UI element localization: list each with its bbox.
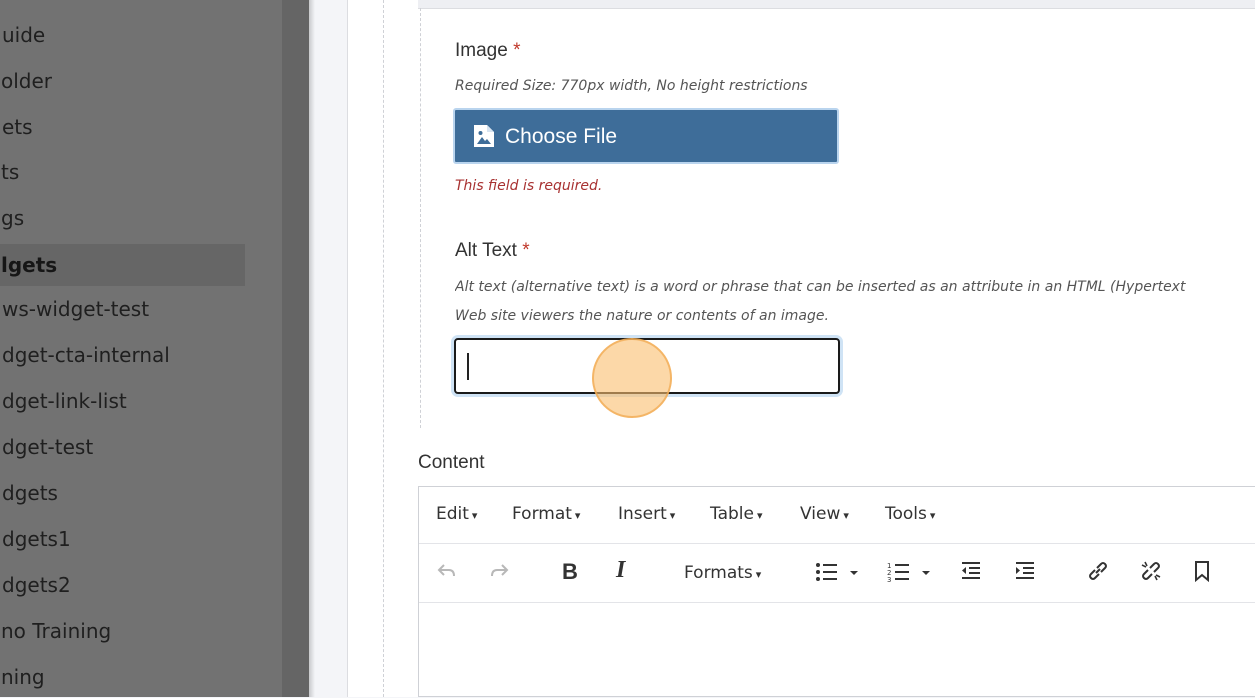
svg-text:3: 3 xyxy=(887,576,891,583)
sidebar-item-label: no Training xyxy=(1,619,112,643)
sidebar-item-label: dget-link-list xyxy=(2,389,127,413)
menu-label: Format xyxy=(512,504,572,524)
menu-edit[interactable]: Edit ▾ xyxy=(436,504,477,524)
image-help-text: Required Size: 770px width, No height re… xyxy=(455,78,808,94)
sidebar-item-guide[interactable]: uide xyxy=(0,14,245,56)
image-label-text: Image xyxy=(455,40,508,61)
sidebar-item-label: lgets xyxy=(1,253,58,277)
editor-toolbar: B I Formats ▾ 123 xyxy=(419,544,1255,603)
sidebar-item-label: ts xyxy=(1,160,20,184)
redo-icon[interactable] xyxy=(489,563,509,579)
numbered-list-icon[interactable]: 123 xyxy=(887,561,931,583)
section-top-border xyxy=(418,0,1255,9)
alt-text-help-line2: Web site viewers the nature or contents … xyxy=(455,308,829,324)
outer-guide-line xyxy=(383,0,384,697)
unlink-icon[interactable] xyxy=(1139,559,1163,583)
sidebar-item-news-widget-test[interactable]: ws-widget-test xyxy=(0,288,245,330)
sidebar-item-widgets[interactable]: dgets xyxy=(0,472,245,514)
menu-label: View xyxy=(800,504,841,524)
link-icon[interactable] xyxy=(1086,559,1110,583)
italic-button[interactable]: I xyxy=(616,557,625,584)
choose-file-button[interactable]: Choose File xyxy=(453,108,839,164)
menu-label: Tools xyxy=(885,504,927,524)
sidebar-item-label: uide xyxy=(2,23,46,47)
required-indicator: * xyxy=(522,240,530,261)
sidebar-item-label: dgets xyxy=(2,481,58,505)
sidebar-item-ets[interactable]: ets xyxy=(0,106,245,148)
sidebar-item-label: older xyxy=(1,69,53,93)
sidebar-item-widgets-active[interactable]: lgets xyxy=(0,244,245,286)
sidebar-item-folder[interactable]: older xyxy=(0,60,245,102)
image-file-icon xyxy=(473,124,495,148)
alt-text-label-text: Alt Text xyxy=(455,240,517,261)
editor-body[interactable] xyxy=(419,603,1255,698)
sidebar-item-label: ning xyxy=(1,665,45,689)
sidebar-item-widgets1[interactable]: dgets1 xyxy=(0,518,245,560)
caret-down-icon: ▾ xyxy=(669,509,676,522)
inner-guide-line xyxy=(420,8,421,428)
alt-text-help-line1: Alt text (alternative text) is a word or… xyxy=(455,279,1186,295)
formats-dropdown[interactable]: Formats ▾ xyxy=(684,563,761,583)
menu-label: Edit xyxy=(436,504,469,524)
undo-icon[interactable] xyxy=(437,563,457,579)
bookmark-icon[interactable] xyxy=(1194,560,1210,582)
sidebar-item-label: ws-widget-test xyxy=(2,297,150,321)
sidebar-item-label: dget-test xyxy=(2,435,94,459)
formats-label: Formats xyxy=(684,563,753,583)
sidebar-item-label: dgets2 xyxy=(2,573,71,597)
sidebar-scroll-strip xyxy=(282,0,309,697)
caret-down-icon: ▾ xyxy=(843,509,849,522)
click-indicator xyxy=(592,338,672,418)
sidebar-item-label: dget-cta-internal xyxy=(2,343,170,367)
sidebar-item-label: dgets1 xyxy=(2,527,71,551)
caret-down-icon: ▾ xyxy=(574,509,581,522)
menu-table[interactable]: Table ▾ xyxy=(710,504,763,524)
sidebar: uide older ets ts gs lgets ws-widget-tes… xyxy=(0,0,282,697)
sidebar-item-training[interactable]: ning xyxy=(0,656,245,698)
indent-icon[interactable] xyxy=(1014,561,1036,581)
sidebar-item-widget-cta-internal[interactable]: dget-cta-internal xyxy=(0,334,245,376)
text-cursor xyxy=(467,353,469,380)
menu-label: Table xyxy=(710,504,754,524)
outdent-icon[interactable] xyxy=(960,561,982,581)
menu-tools[interactable]: Tools ▾ xyxy=(885,504,935,524)
menu-view[interactable]: View ▾ xyxy=(800,504,849,524)
content-editor: Edit ▾ Format ▾ Insert ▾ Table ▾ View ▾ Tools… xyxy=(418,486,1255,697)
menu-format[interactable]: Format ▾ xyxy=(512,504,580,524)
menu-label: Insert xyxy=(618,504,667,524)
sidebar-item-label: gs xyxy=(1,206,25,230)
caret-down-icon: ▾ xyxy=(756,509,763,522)
image-field-label: Image * xyxy=(455,40,521,62)
sidebar-item-widgets2[interactable]: dgets2 xyxy=(0,564,245,606)
required-indicator: * xyxy=(513,40,521,61)
editor-menubar: Edit ▾ Format ▾ Insert ▾ Table ▾ View ▾ Tools… xyxy=(419,487,1255,544)
bullet-list-icon[interactable] xyxy=(815,561,859,583)
sidebar-item-widget-test[interactable]: dget-test xyxy=(0,426,245,468)
content-field-label: Content xyxy=(418,452,485,473)
bold-button[interactable]: B xyxy=(562,559,578,585)
caret-down-icon: ▾ xyxy=(471,509,478,522)
sidebar-item-ts[interactable]: ts xyxy=(0,151,245,193)
sidebar-item-demo-training[interactable]: no Training xyxy=(0,610,245,652)
choose-file-label: Choose File xyxy=(505,125,618,148)
caret-down-icon: ▾ xyxy=(755,568,762,581)
sidebar-item-label: ets xyxy=(2,115,33,139)
menu-insert[interactable]: Insert ▾ xyxy=(618,504,675,524)
sidebar-item-gs[interactable]: gs xyxy=(0,197,245,239)
alt-text-field-label: Alt Text * xyxy=(455,240,530,262)
image-error-message: This field is required. xyxy=(455,178,603,194)
caret-down-icon: ▾ xyxy=(929,509,936,522)
sidebar-item-widget-link-list[interactable]: dget-link-list xyxy=(0,380,245,422)
